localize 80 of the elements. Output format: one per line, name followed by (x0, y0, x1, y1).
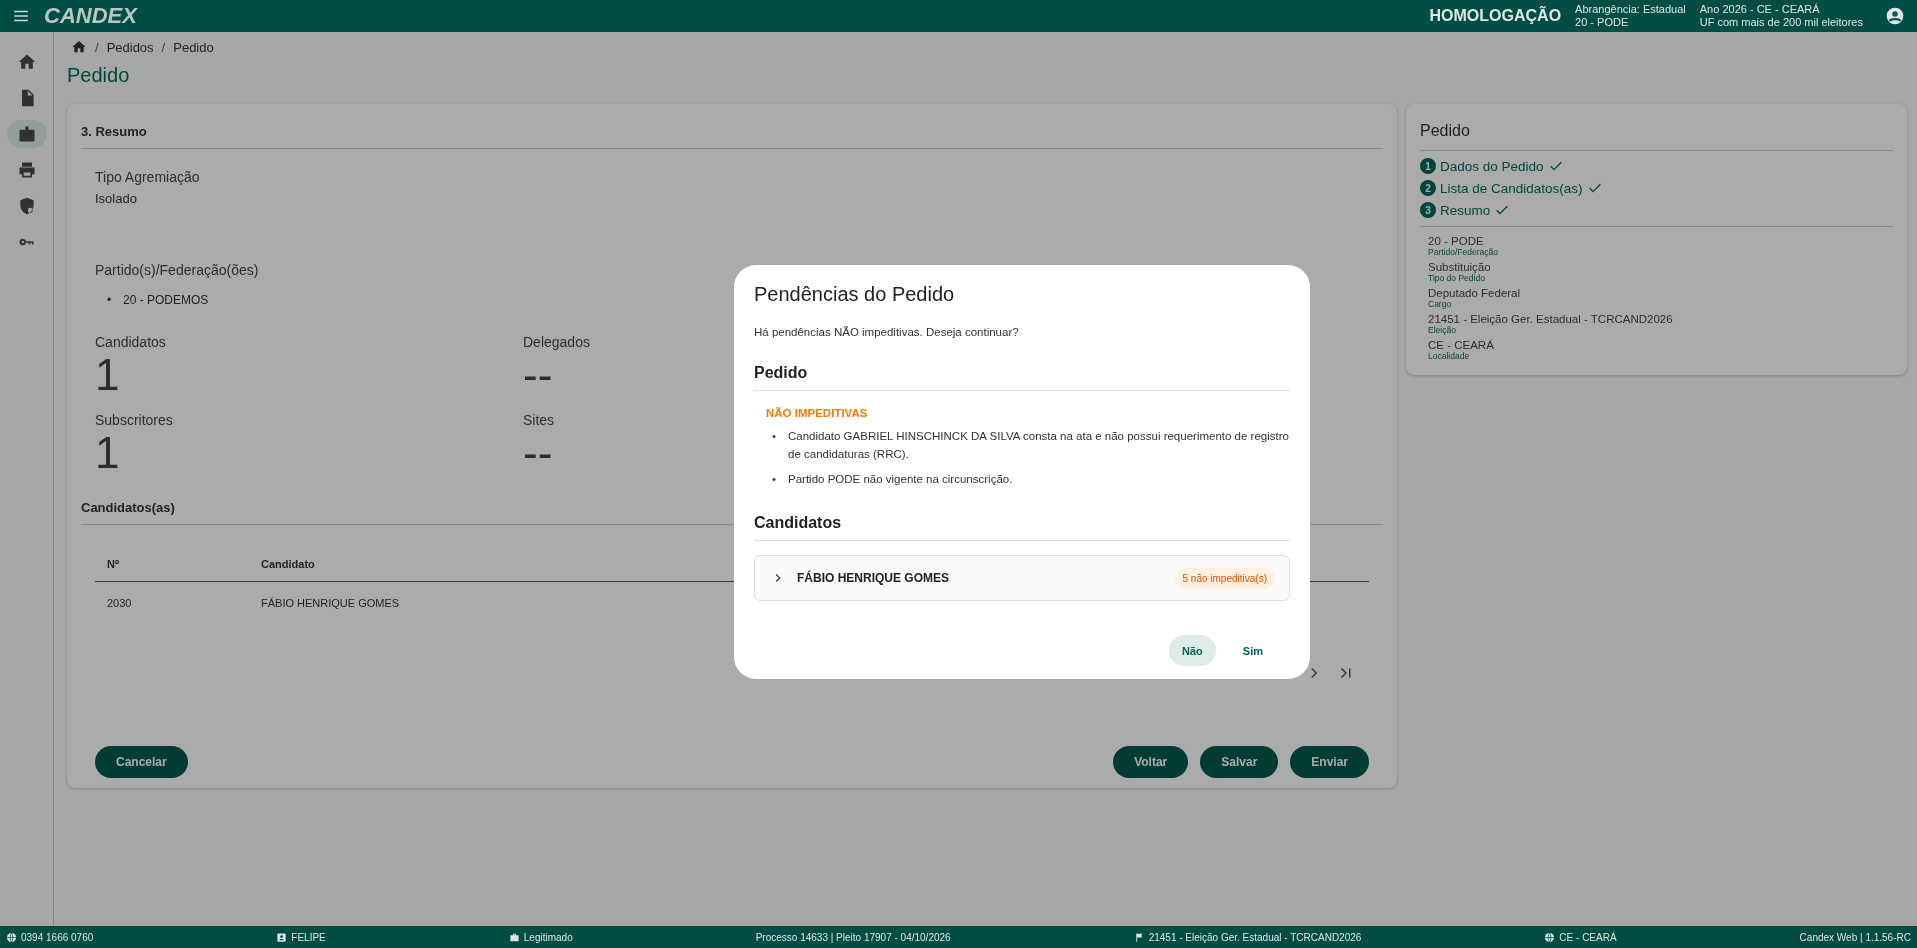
status-text: FELIPE (291, 931, 326, 943)
stat-label: Sites (523, 412, 555, 428)
home-icon[interactable] (71, 39, 87, 55)
logo: CANDEX (44, 3, 137, 29)
environment-label: HOMOLOGAÇÃO (1429, 7, 1562, 25)
status-text: 0394 1666 0760 (21, 931, 94, 943)
panel-title: Pedido (1420, 104, 1893, 151)
stat-value: -- (523, 430, 553, 476)
detail-value: 21451 - Eleição Ger. Estadual - TCRCAND2026 (1428, 313, 1674, 325)
step-link[interactable]: Resumo (1440, 202, 1491, 218)
stat-value: 1 (95, 352, 120, 398)
context-text: Ano 2026 - CE - CEARÁ (1699, 3, 1821, 16)
breadcrumb-link[interactable]: Pedido (173, 39, 214, 55)
cancel-button[interactable]: Cancelar (95, 746, 188, 778)
party-item: 20 - PODEMOS (123, 292, 209, 308)
detail-value: CE - CEARÁ (1428, 339, 1495, 351)
issue-item: Candidato GABRIEL HINSCHINCK DA SILVA consta na ata e não possui requerimento de registro de candidaturas (RRC). (788, 429, 1290, 462)
field-label: Tipo Agremiação (95, 169, 201, 185)
scope-text: Abrangência: Estadual (1575, 3, 1686, 16)
detail-label: Eleição (1428, 325, 1457, 335)
bullet: • (107, 292, 113, 308)
globe-icon (6, 931, 17, 943)
detail-label: Localidade (1428, 351, 1471, 361)
detail-label: Tipo do Pedido (1428, 273, 1485, 283)
id-card-icon (276, 931, 288, 943)
page-title: Pedido (67, 64, 131, 87)
status-text: CE - CEARÁ (1559, 931, 1617, 943)
status-text: Processo 14633 | Pleito 17907 - 04/10/2026 (755, 931, 951, 943)
scope-text: 20 - PODE (1575, 16, 1630, 29)
breadcrumb-separator: / (95, 39, 99, 55)
detail-label: Partido/Federação (1428, 247, 1499, 257)
stat-label: Candidatos (95, 334, 166, 350)
flag-icon (1133, 931, 1145, 943)
candidate-accordion[interactable]: FÁBIO HENRIQUE GOMES 5 não impeditiva(s) (754, 555, 1290, 601)
dialog-title: Pendências do Pedido (754, 283, 956, 306)
step-number: 2 (1420, 180, 1436, 196)
action-button[interactable]: Voltar (1113, 746, 1189, 778)
dialog-message: Há pendências NÃO impeditivas. Deseja continuar? (754, 326, 1020, 338)
step-number: 1 (1420, 158, 1436, 174)
table-cell: FÁBIO HENRIQUE GOMES (249, 581, 673, 624)
column-header: Nº (95, 547, 249, 582)
stat-value: -- (523, 352, 553, 398)
stat-value: 1 (95, 430, 120, 476)
field-label: Partido(s)/Federação(ões) (95, 262, 260, 278)
detail-value: 20 - PODE (1428, 235, 1485, 247)
context-text: UF com mais de 200 mil eleitores (1699, 16, 1863, 29)
step-link[interactable]: Dados do Pedido (1440, 158, 1544, 174)
step-number: 3 (1420, 202, 1436, 218)
dialog-button[interactable]: Não (1169, 635, 1216, 666)
status-text: Legitimado (523, 931, 573, 943)
table-cell: 2030 (95, 581, 249, 624)
candidate-name: FÁBIO HENRIQUE GOMES (797, 571, 949, 585)
detail-value: Substituição (1428, 261, 1492, 273)
stat-label: Subscritores (95, 412, 173, 428)
field-value: Isolado (95, 191, 138, 206)
dialog-button[interactable]: Sim (1229, 635, 1276, 666)
status-text: Candex Web | 1.1.56-RC (1799, 931, 1911, 943)
section-heading: Pedido (754, 364, 1290, 391)
breadcrumb-separator: / (161, 39, 166, 55)
detail-label: Cargo (1428, 299, 1453, 309)
column-header: Candidato (249, 547, 673, 582)
issue-item: Partido PODE não vigente na circunscrição. (788, 472, 1013, 487)
status-text: 21451 - Eleição Ger. Estadual - TCRCAND2026 (1148, 931, 1362, 943)
action-button[interactable]: Enviar (1290, 746, 1369, 778)
section-title: 3. Resumo (81, 104, 1383, 149)
stat-label: Delegados (523, 334, 590, 350)
step-link[interactable]: Lista de Candidatos(as) (1440, 180, 1583, 196)
warning-count: 5 não impeditiva(s) (1174, 567, 1275, 589)
warning-heading: NÃO IMPEDITIVAS (766, 407, 869, 419)
home-icon (16, 52, 37, 72)
account-icon[interactable] (1885, 6, 1905, 26)
sidebar-item[interactable] (6, 120, 47, 148)
action-button[interactable]: Salvar (1200, 746, 1279, 778)
detail-value: Deputado Federal (1428, 287, 1522, 299)
globe-icon (1544, 931, 1556, 943)
bullet: • (772, 472, 778, 487)
section-heading: Candidatos (754, 514, 1290, 541)
bullet: • (772, 429, 778, 444)
briefcase-icon (508, 931, 520, 943)
breadcrumb-link[interactable]: Pedidos (106, 39, 154, 55)
